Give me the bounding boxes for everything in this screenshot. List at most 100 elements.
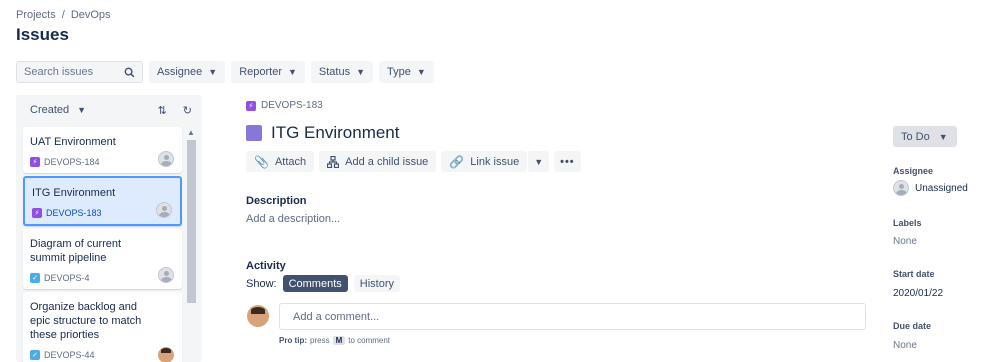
attach-button[interactable]: 📎 Attach xyxy=(246,151,315,172)
status-label: To Do xyxy=(901,130,930,143)
issue-title: UAT Environment xyxy=(30,136,116,148)
breadcrumb-projects-link[interactable]: Projects xyxy=(16,9,56,21)
add-child-issue-button[interactable]: Add a child issue xyxy=(319,151,437,172)
issue-key: DEVOPS-184 xyxy=(44,157,100,167)
type-filter-button[interactable]: Type ▼ xyxy=(379,61,434,83)
epic-icon: ⚡ xyxy=(246,100,256,111)
refresh-icon[interactable]: ↻ xyxy=(183,104,192,117)
comment-input[interactable]: Add a comment... xyxy=(279,303,866,330)
issue-key-breadcrumb: ⚡ DEVOPS-183 xyxy=(246,100,323,111)
description-heading: Description xyxy=(246,195,307,207)
type-filter-label: Type xyxy=(387,66,411,78)
pro-tip-press: press xyxy=(310,336,330,345)
list-item[interactable]: Diagram of current summit pipeline ✓ DEV… xyxy=(23,229,182,289)
attach-label: Attach xyxy=(274,155,307,168)
labels-label: Labels xyxy=(893,218,922,228)
link-issue-label: Link issue xyxy=(470,155,520,168)
issue-key: DEVOPS-183 xyxy=(46,208,102,218)
search-placeholder: Search issues xyxy=(24,66,94,78)
tab-comments[interactable]: Comments xyxy=(282,275,348,292)
tab-history[interactable]: History xyxy=(353,275,400,292)
add-child-issue-label: Add a child issue xyxy=(345,155,429,168)
activity-filter: Show: Comments History xyxy=(246,275,400,292)
breadcrumb: Projects / DevOps xyxy=(16,9,111,21)
issue-list-panel: Created ▼ ⇅ ↻ UAT Environment ⚡ DEVOPS-1… xyxy=(16,95,202,362)
list-item-selected[interactable]: ITG Environment ⚡ DEVOPS-183 xyxy=(23,176,182,226)
assignee-field[interactable]: Unassigned xyxy=(893,180,968,196)
assignee-value: Unassigned xyxy=(915,182,968,194)
sort-label: Created xyxy=(30,104,70,116)
labels-field[interactable]: None xyxy=(893,236,917,247)
avatar xyxy=(893,180,909,196)
issue-summary[interactable]: ITG Environment xyxy=(271,123,400,143)
scrollbar[interactable]: ▲ xyxy=(186,128,196,362)
avatar xyxy=(158,151,174,167)
page-title: Issues xyxy=(16,25,69,44)
chevron-down-icon: ▼ xyxy=(287,67,297,77)
issue-heading: ITG Environment xyxy=(246,123,400,143)
show-label: Show: xyxy=(246,277,277,290)
status-dropdown-button[interactable]: To Do ▼ xyxy=(893,126,957,147)
link-issue-dropdown-button[interactable]: ▼ xyxy=(528,151,550,172)
status-filter-label: Status xyxy=(318,66,351,78)
more-icon: ••• xyxy=(560,155,575,168)
keyboard-key-badge: M xyxy=(332,336,346,345)
issue-key: DEVOPS-4 xyxy=(44,273,90,283)
link-icon: 🔗 xyxy=(449,154,465,169)
description-field[interactable]: Add a description... xyxy=(246,213,340,225)
breadcrumb-devops-link[interactable]: DevOps xyxy=(71,9,111,21)
issue-title: Organize backlog and epic structure to m… xyxy=(30,301,142,341)
task-checkbox-icon: ✓ xyxy=(30,350,40,360)
breadcrumb-separator: / xyxy=(61,9,65,21)
avatar xyxy=(247,305,269,327)
chevron-down-icon: ▼ xyxy=(208,67,218,77)
more-actions-button[interactable]: ••• xyxy=(554,151,581,172)
due-date-field[interactable]: None xyxy=(893,340,917,351)
issue-actions: 📎 Attach Add a child issue 🔗 Link issue … xyxy=(246,151,581,172)
assignee-filter-label: Assignee xyxy=(157,66,203,78)
pro-tip-label: Pro tip: xyxy=(279,336,307,345)
issue-title: Diagram of current summit pipeline xyxy=(30,238,122,264)
start-date-label: Start date xyxy=(893,269,935,279)
due-date-label: Due date xyxy=(893,321,932,331)
link-issue-button[interactable]: 🔗 Link issue xyxy=(441,151,528,172)
list-item[interactable]: UAT Environment ⚡ DEVOPS-184 xyxy=(23,127,182,173)
avatar xyxy=(158,267,174,283)
avatar xyxy=(158,347,174,362)
epic-icon: ⚡ xyxy=(32,208,42,218)
chevron-down-icon: ▼ xyxy=(534,156,544,167)
avatar xyxy=(156,202,172,218)
link-issue-split-button: 🔗 Link issue ▼ xyxy=(441,151,550,172)
activity-heading: Activity xyxy=(246,260,286,272)
assignee-label: Assignee xyxy=(893,166,934,176)
assignee-filter-button[interactable]: Assignee ▼ xyxy=(149,61,226,83)
search-icon xyxy=(124,67,135,77)
issue-key: DEVOPS-44 xyxy=(44,350,95,360)
sort-order-icon[interactable]: ⇅ xyxy=(158,104,167,117)
reporter-filter-label: Reporter xyxy=(239,66,282,78)
paperclip-icon: 📎 xyxy=(254,154,269,169)
issue-title: ITG Environment xyxy=(32,187,116,199)
scroll-thumb[interactable] xyxy=(187,140,196,303)
task-checkbox-icon: ✓ xyxy=(30,273,40,283)
issue-key-link[interactable]: DEVOPS-183 xyxy=(261,100,323,111)
comment-placeholder: Add a comment... xyxy=(293,310,380,323)
status-filter-button[interactable]: Status ▼ xyxy=(310,61,374,83)
issue-list-header: Created ▼ ⇅ ↻ xyxy=(16,95,202,125)
search-input[interactable]: Search issues xyxy=(16,61,143,83)
chevron-down-icon: ▼ xyxy=(77,105,87,115)
pro-tip: Pro tip: press M to comment xyxy=(279,336,390,345)
list-item[interactable]: Organize backlog and epic structure to m… xyxy=(23,292,182,362)
pro-tip-suffix: to comment xyxy=(348,336,391,345)
chevron-down-icon: ▼ xyxy=(938,131,948,142)
reporter-filter-button[interactable]: Reporter ▼ xyxy=(231,61,305,83)
scroll-up-arrow-icon[interactable]: ▲ xyxy=(187,128,195,137)
epic-color-icon xyxy=(246,125,262,141)
epic-icon: ⚡ xyxy=(30,157,40,167)
chevron-down-icon: ▼ xyxy=(356,67,366,77)
hierarchy-icon xyxy=(327,155,340,168)
sort-dropdown[interactable]: Created ▼ xyxy=(30,104,86,116)
start-date-field[interactable]: 2020/01/22 xyxy=(893,288,943,299)
filter-bar: Search issues Assignee ▼ Reporter ▼ Stat… xyxy=(16,61,434,83)
issue-list: UAT Environment ⚡ DEVOPS-184 ITG Environ… xyxy=(23,127,182,362)
